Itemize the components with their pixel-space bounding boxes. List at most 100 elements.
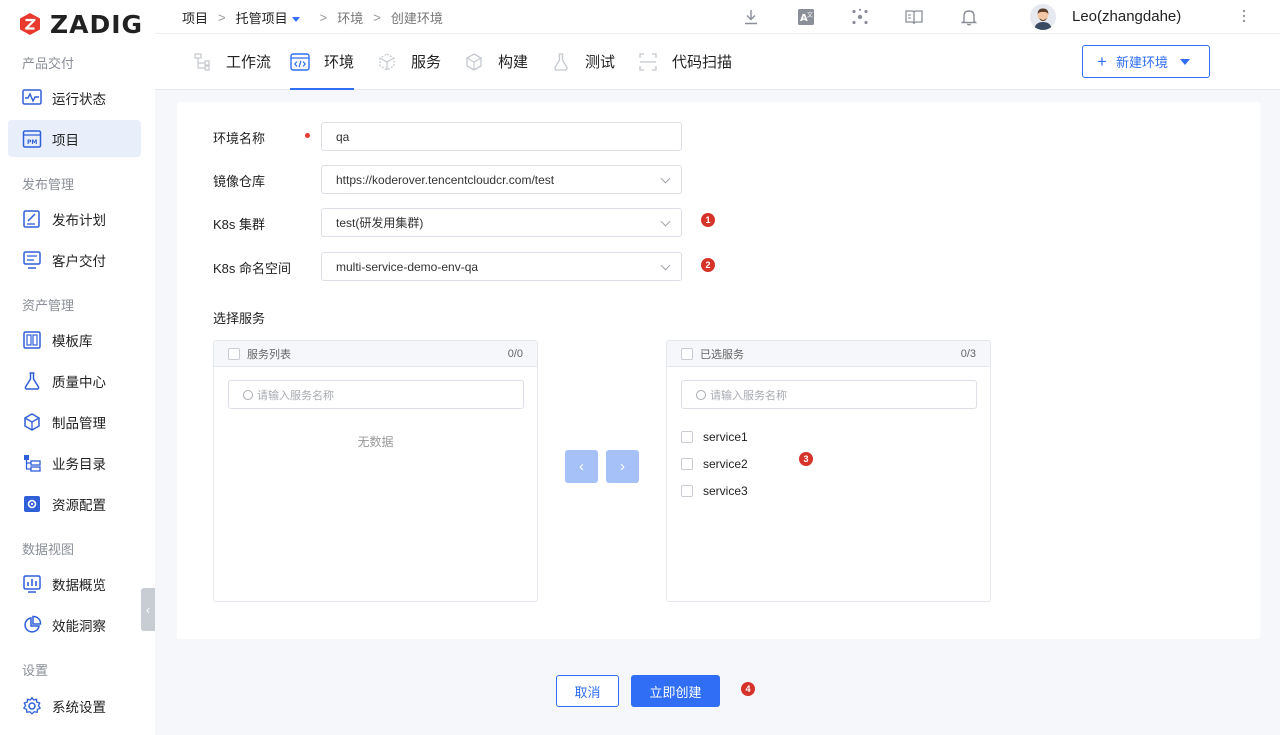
breadcrumb-project: 托管项目 bbox=[235, 11, 288, 26]
docs-book-icon[interactable] bbox=[904, 7, 924, 27]
pie-chart-icon bbox=[22, 615, 42, 635]
step-badge-2: 2 bbox=[701, 258, 715, 272]
sidebar-item-label: 客户交付 bbox=[52, 253, 106, 269]
sidebar-item-project[interactable]: PM 项目 bbox=[8, 120, 141, 157]
tab-label: 测试 bbox=[585, 54, 616, 71]
tab-build[interactable]: 构建 bbox=[464, 34, 528, 89]
namespace-value: multi-service-demo-env-qa bbox=[336, 259, 479, 274]
sidebar-item-quality-center[interactable]: 质量中心 bbox=[8, 362, 141, 399]
download-icon[interactable] bbox=[741, 7, 761, 27]
new-environment-label: 新建环境 bbox=[1115, 55, 1168, 70]
more-vertical-icon[interactable] bbox=[1242, 9, 1246, 26]
env-name-input[interactable]: qa bbox=[321, 122, 682, 151]
tab-label: 代码扫描 bbox=[672, 54, 733, 71]
transfer-target-panel: 已选服务 0/3 请输入服务名称 service1 service2 servi… bbox=[666, 340, 991, 602]
community-icon[interactable] bbox=[850, 7, 870, 27]
transfer-source-count: 0/0 bbox=[507, 348, 523, 360]
move-left-button[interactable]: ‹ bbox=[565, 450, 598, 483]
catalog-icon bbox=[22, 453, 42, 473]
tab-code-scan[interactable]: 代码扫描 bbox=[638, 34, 732, 89]
sidebar-item-label: 发布计划 bbox=[52, 212, 106, 228]
artifact-icon bbox=[22, 412, 42, 432]
svg-text:PM: PM bbox=[27, 139, 37, 146]
top-bar: 项目 > 托管项目 > 环境 > 创建环境 A文 Leo(zhangdahe) bbox=[155, 0, 1280, 34]
brand-name: ZADIG bbox=[50, 9, 144, 39]
service-name: service3 bbox=[703, 484, 748, 498]
required-marker bbox=[305, 133, 310, 138]
sidebar-item-customer-delivery[interactable]: 客户交付 bbox=[8, 241, 141, 278]
project-pm-icon: PM bbox=[22, 129, 42, 149]
chevron-down-icon bbox=[660, 173, 671, 184]
sidebar-item-label: 质量中心 bbox=[52, 374, 106, 390]
gear-box-icon bbox=[22, 494, 42, 514]
transfer-target-count: 0/3 bbox=[960, 348, 976, 360]
create-now-button[interactable]: 立即创建 bbox=[631, 675, 720, 707]
tab-label: 服务 bbox=[411, 54, 442, 71]
monitor-pulse-icon bbox=[22, 88, 42, 108]
service-checkbox[interactable] bbox=[681, 458, 693, 470]
breadcrumb-project-selector[interactable]: 托管项目 bbox=[236, 8, 310, 27]
target-search-input[interactable]: 请输入服务名称 bbox=[681, 380, 977, 409]
service-checkbox[interactable] bbox=[681, 485, 693, 497]
breadcrumb-environment[interactable]: 环境 bbox=[337, 8, 363, 27]
sidebar-item-label: 项目 bbox=[52, 132, 79, 148]
create-environment-form: 环境名称 qa 镜像仓库 https://koderover.tencentcl… bbox=[177, 102, 1260, 639]
source-search-input[interactable]: 请输入服务名称 bbox=[228, 380, 524, 409]
sidebar: ZADIG 产品交付 运行状态 PM 项目 发布管理 发布计划 客户交付 资产管… bbox=[0, 0, 155, 735]
service-checkbox[interactable] bbox=[681, 431, 693, 443]
search-icon bbox=[696, 389, 706, 400]
user-name[interactable]: Leo(zhangdahe) bbox=[1072, 8, 1181, 25]
sidebar-item-template-library[interactable]: 模板库 bbox=[8, 321, 141, 358]
tab-environment[interactable]: 环境 bbox=[290, 34, 355, 90]
cancel-button[interactable]: 取消 bbox=[556, 675, 619, 707]
chevron-down-icon bbox=[660, 260, 671, 271]
avatar[interactable] bbox=[1030, 4, 1056, 30]
transfer-target-header: 已选服务 0/3 bbox=[667, 341, 990, 367]
transfer-source-title: 服务列表 bbox=[247, 348, 291, 361]
select-services-label: 选择服务 bbox=[213, 311, 266, 326]
bell-icon[interactable] bbox=[959, 7, 979, 27]
namespace-select[interactable]: multi-service-demo-env-qa bbox=[321, 252, 682, 281]
sidebar-item-data-overview[interactable]: 数据概览 bbox=[8, 565, 141, 602]
sidebar-item-runtime-status[interactable]: 运行状态 bbox=[8, 79, 141, 116]
registry-select[interactable]: https://koderover.tencentcloudcr.com/tes… bbox=[321, 165, 682, 194]
project-tabs: 工作流 环境 服务 构建 测试 代码扫描 + 新建环境 bbox=[155, 34, 1280, 90]
breadcrumb-current: 创建环境 bbox=[390, 11, 443, 26]
zadig-logo[interactable]: ZADIG bbox=[18, 9, 144, 39]
sidebar-collapse-handle[interactable]: ‹ bbox=[141, 588, 155, 631]
step-badge-3: 3 bbox=[799, 452, 813, 466]
translate-icon[interactable]: A文 bbox=[796, 7, 816, 27]
sidebar-item-business-catalog[interactable]: 业务目录 bbox=[8, 444, 141, 481]
sidebar-item-label: 数据概览 bbox=[52, 577, 106, 593]
sidebar-item-label: 资源配置 bbox=[52, 497, 106, 513]
breadcrumb-separator: > bbox=[319, 10, 328, 25]
template-icon bbox=[22, 330, 42, 350]
sidebar-item-system-settings[interactable]: 系统设置 bbox=[8, 687, 141, 724]
cluster-select[interactable]: test(研发用集群) bbox=[321, 208, 682, 237]
select-all-source-checkbox[interactable] bbox=[228, 347, 240, 360]
service-name: service2 bbox=[703, 457, 748, 471]
sidebar-item-release-plan[interactable]: 发布计划 bbox=[8, 200, 141, 237]
list-item-service1[interactable]: service1 bbox=[681, 430, 748, 444]
sidebar-item-label: 系统设置 bbox=[52, 699, 106, 715]
sidebar-item-label: 效能洞察 bbox=[52, 618, 106, 634]
list-item-service2[interactable]: service2 bbox=[681, 457, 748, 471]
plus-icon: + bbox=[1097, 52, 1107, 71]
sidebar-item-resource-config[interactable]: 资源配置 bbox=[8, 485, 141, 522]
new-environment-button[interactable]: + 新建环境 bbox=[1082, 45, 1210, 78]
breadcrumb-projects[interactable]: 项目 bbox=[182, 8, 208, 27]
tab-label: 工作流 bbox=[226, 54, 272, 71]
caret-down-icon bbox=[1179, 58, 1190, 65]
tab-service[interactable]: 服务 bbox=[377, 34, 441, 89]
cluster-value: test(研发用集群) bbox=[336, 216, 424, 230]
caret-down-icon bbox=[291, 17, 300, 23]
tab-label: 构建 bbox=[498, 54, 529, 71]
tab-test[interactable]: 测试 bbox=[551, 34, 615, 89]
sidebar-item-artifact-management[interactable]: 制品管理 bbox=[8, 403, 141, 440]
service-cube-icon bbox=[377, 52, 397, 72]
list-item-service3[interactable]: service3 bbox=[681, 484, 748, 498]
select-all-target-checkbox[interactable] bbox=[681, 347, 693, 360]
move-right-button[interactable]: › bbox=[606, 450, 639, 483]
sidebar-item-efficiency-insight[interactable]: 效能洞察 bbox=[8, 606, 141, 643]
tab-workflow[interactable]: 工作流 bbox=[192, 34, 271, 89]
